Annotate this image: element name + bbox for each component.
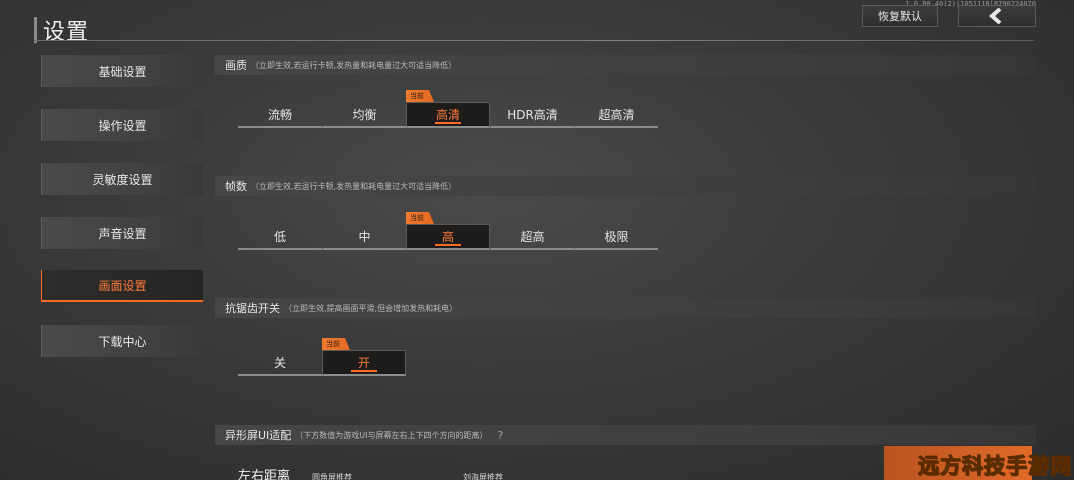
framerate-option-ultra[interactable]: 超高 xyxy=(490,224,574,250)
sidebar-item-label: 声音设置 xyxy=(98,226,147,241)
current-tag: 当前 xyxy=(406,90,434,102)
sidebar-item-label: 基础设置 xyxy=(98,64,147,79)
sidebar-item-download[interactable]: 下载中心 xyxy=(41,325,203,357)
section-header-antialias: 抗锯齿开关 （立即生效,提高画面平滑,但会增加发热和耗电） xyxy=(215,298,1036,318)
sidebar-item-controls[interactable]: 操作设置 xyxy=(41,109,203,141)
horizontal-distance-label: 左右距离 xyxy=(238,469,291,480)
framerate-options: 低 中 当前 高 超高 极限 xyxy=(238,212,658,250)
sidebar-item-label: 画面设置 xyxy=(98,278,147,293)
current-tag: 当前 xyxy=(322,338,350,350)
framerate-option-medium[interactable]: 中 xyxy=(322,224,406,250)
option-label: 关 xyxy=(273,355,286,370)
option-label: 中 xyxy=(358,229,371,244)
quality-options: 流畅 均衡 当前 高清 HDR高清 超高清 xyxy=(238,90,658,128)
option-label: 高清 xyxy=(435,108,460,122)
back-button[interactable] xyxy=(958,5,1036,27)
quality-option-uhd[interactable]: 超高清 xyxy=(574,102,658,128)
back-arrow-icon xyxy=(988,8,1002,24)
antialias-option-off[interactable]: 关 xyxy=(238,350,322,376)
sidebar-item-sound[interactable]: 声音设置 xyxy=(41,217,203,249)
rounded-screen-recommend-label: 圆角屏推荐 xyxy=(312,473,352,480)
sidebar-item-label: 操作设置 xyxy=(98,118,147,133)
option-label: 低 xyxy=(273,229,286,244)
option-label: 极限 xyxy=(604,229,629,244)
notch-screen-recommend-label: 刘海屏推荐 xyxy=(463,473,503,480)
quality-option-hdr[interactable]: HDR高清 xyxy=(490,102,574,128)
sidebar-item-label: 下载中心 xyxy=(98,334,147,349)
section-subtitle: （立即生效,若运行卡顿,发热量和耗电量过大可适当降低） xyxy=(251,60,457,70)
help-icon[interactable]: ? xyxy=(498,429,504,442)
header-divider xyxy=(34,40,1034,41)
section-title: 抗锯齿开关 xyxy=(225,302,280,315)
option-label: 超高 xyxy=(520,229,545,244)
section-header-notch: 异形屏UI适配 （下方数值为游戏UI与屏幕左右上下四个方向的距离） ? xyxy=(215,425,1036,445)
current-tag: 当前 xyxy=(406,212,434,224)
framerate-option-extreme[interactable]: 极限 xyxy=(574,224,658,250)
page-title: 设置 xyxy=(43,20,90,45)
quality-option-hd[interactable]: 当前 高清 xyxy=(406,90,490,128)
watermark: 远方科技手游网 xyxy=(918,454,1072,479)
option-label: 高 xyxy=(441,230,454,244)
option-label: 均衡 xyxy=(352,107,377,122)
section-title: 画质 xyxy=(225,59,247,72)
quality-option-smooth[interactable]: 流畅 xyxy=(238,102,322,128)
framerate-option-high[interactable]: 当前 高 xyxy=(406,212,490,250)
section-subtitle: （立即生效,提高画面平滑,但会增加发热和耗电） xyxy=(284,303,458,313)
sidebar-item-basic[interactable]: 基础设置 xyxy=(41,55,203,87)
option-label: HDR高清 xyxy=(507,107,558,122)
antialias-options: 关 当前 开 xyxy=(238,338,406,376)
page-header: 设置 xyxy=(34,14,89,46)
section-subtitle: （下方数值为游戏UI与屏幕左右上下四个方向的距离） xyxy=(295,430,488,440)
quality-option-balanced[interactable]: 均衡 xyxy=(322,102,406,128)
sidebar-item-graphics[interactable]: 画面设置 xyxy=(41,270,203,302)
section-header-framerate: 帧数 （立即生效,若运行卡顿,发热量和耗电量过大可适当降低） xyxy=(215,176,1036,196)
sidebar-item-sensitivity[interactable]: 灵敏度设置 xyxy=(41,163,203,195)
reset-defaults-button[interactable]: 恢复默认 xyxy=(862,5,938,27)
section-header-quality: 画质 （立即生效,若运行卡顿,发热量和耗电量过大可适当降低） xyxy=(215,55,1036,75)
sidebar-item-label: 灵敏度设置 xyxy=(92,172,153,187)
section-subtitle: （立即生效,若运行卡顿,发热量和耗电量过大可适当降低） xyxy=(251,181,457,191)
antialias-option-on[interactable]: 当前 开 xyxy=(322,338,406,376)
option-label: 开 xyxy=(357,356,370,370)
framerate-option-low[interactable]: 低 xyxy=(238,224,322,250)
section-title: 异形屏UI适配 xyxy=(225,429,292,442)
section-title: 帧数 xyxy=(225,180,247,193)
option-label: 超高清 xyxy=(598,107,635,122)
option-label: 流畅 xyxy=(267,107,292,122)
